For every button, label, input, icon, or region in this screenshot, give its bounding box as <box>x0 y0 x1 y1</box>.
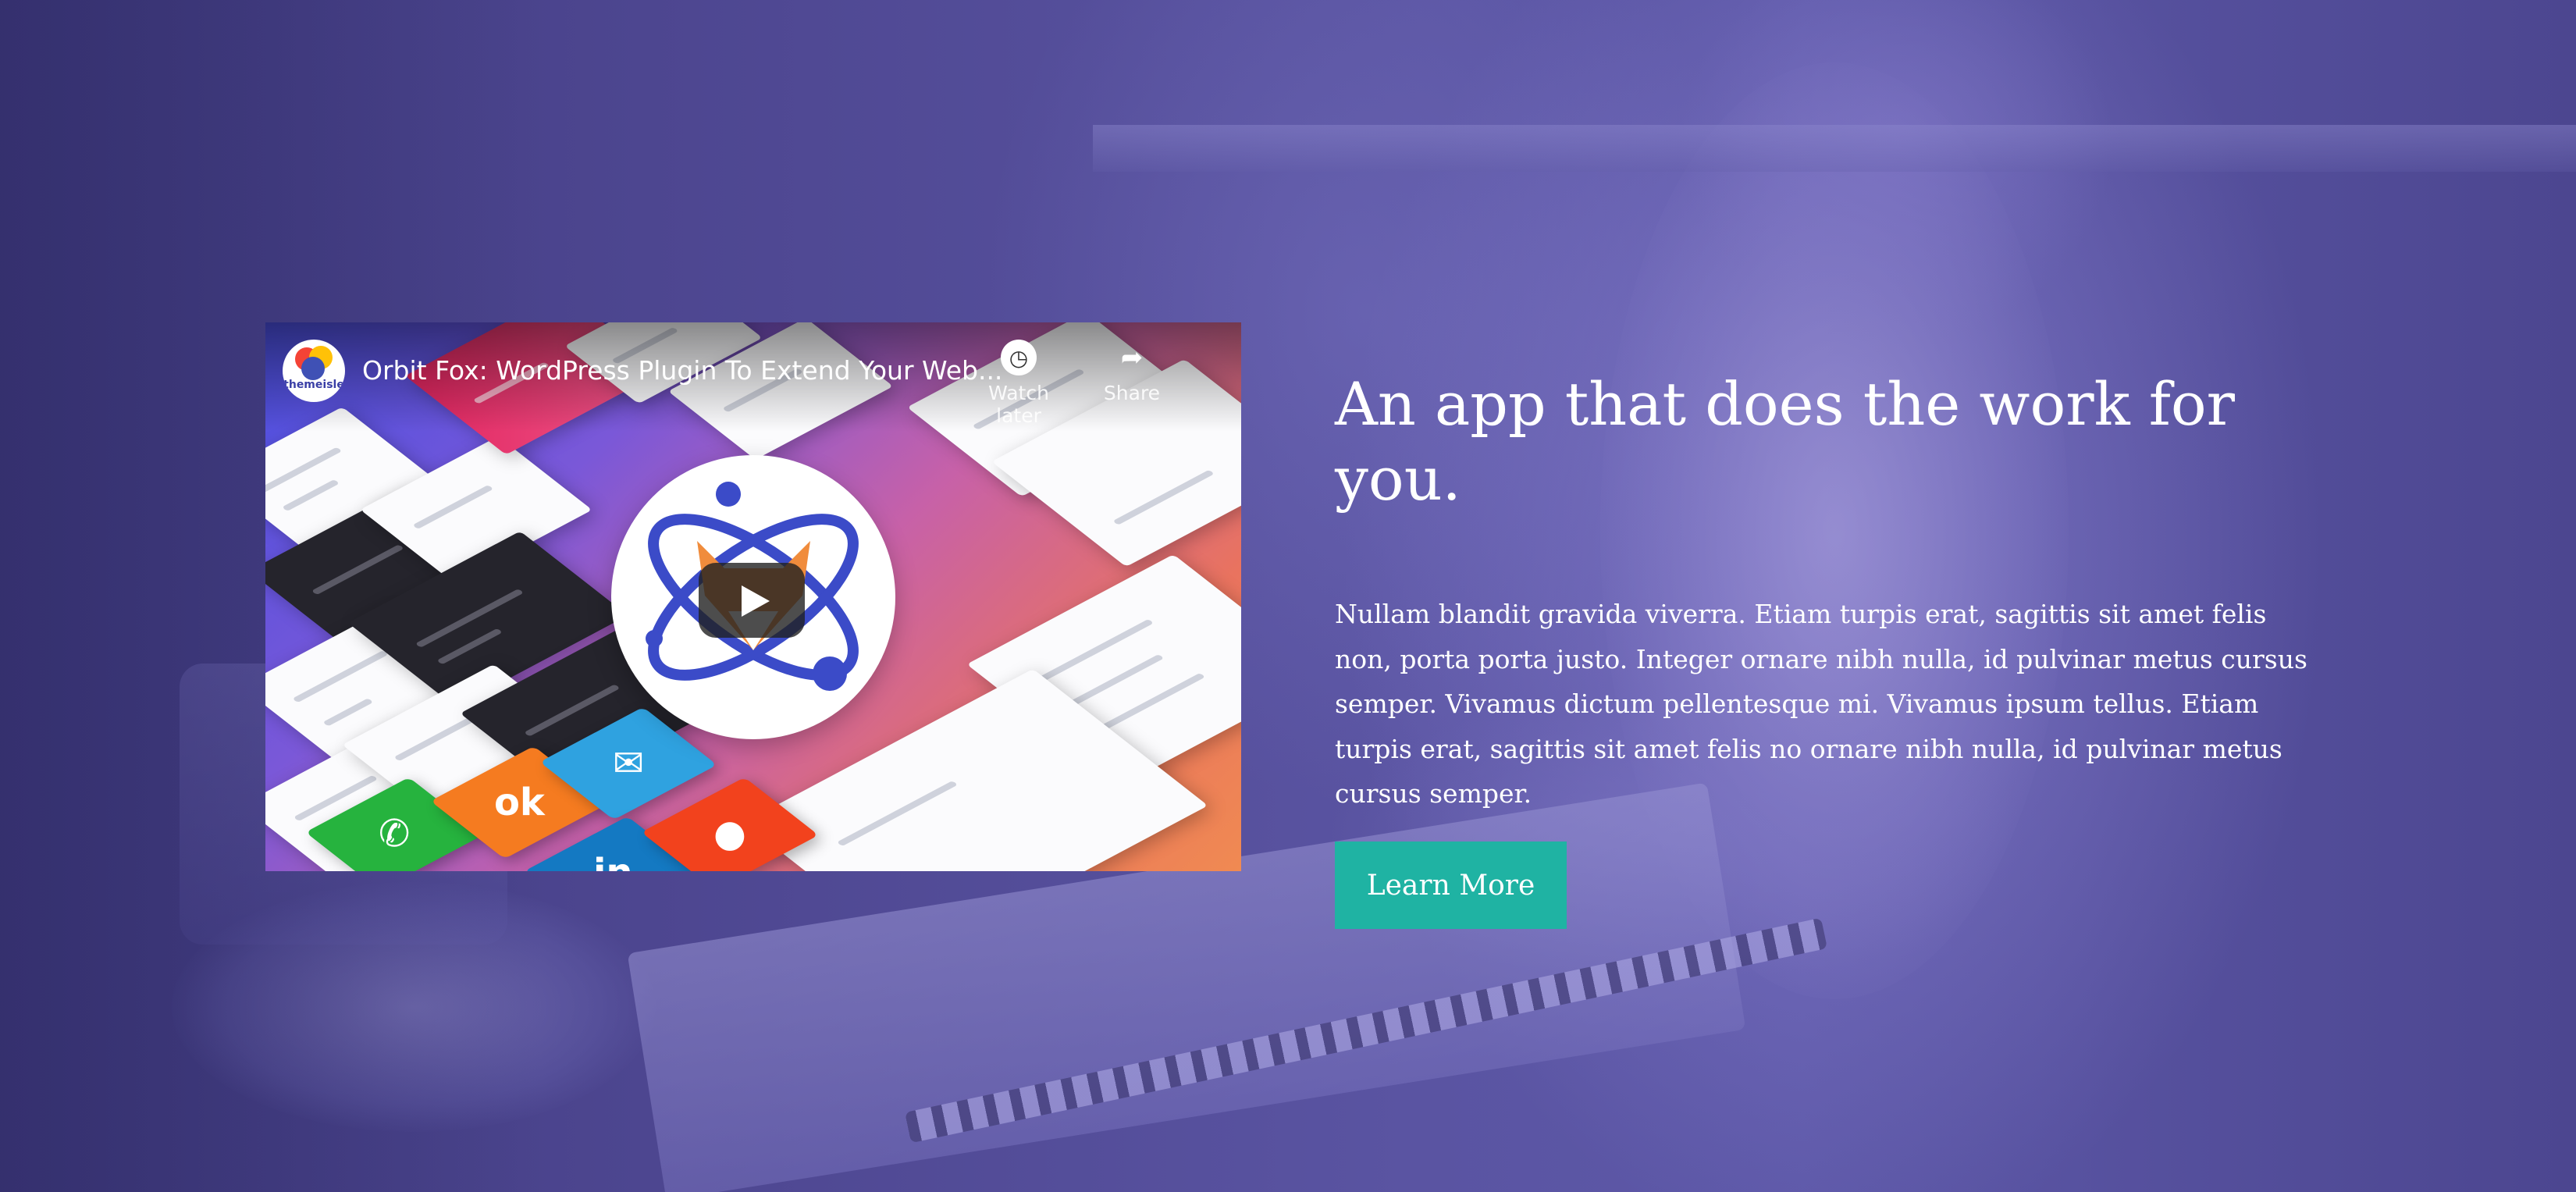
hero-body-text: Nullam blandit gravida viverra. Etiam tu… <box>1335 599 2307 809</box>
youtube-video-embed[interactable]: ✆ ok ✉ in ● themeisle Orbit Fox: WordPre… <box>265 322 1241 871</box>
share-arrow-icon: ➦ <box>1120 342 1144 373</box>
watch-later-button[interactable]: ◷ Watch later <box>964 340 1073 427</box>
channel-avatar[interactable]: themeisle <box>283 340 345 402</box>
play-button[interactable] <box>699 563 805 638</box>
hero-content: An app that does the work for you. Nulla… <box>1335 367 2326 929</box>
video-title[interactable]: Orbit Fox: WordPress Plugin To Extend Yo… <box>362 355 1002 386</box>
share-button[interactable]: ➦ Share <box>1077 340 1187 404</box>
learn-more-button[interactable]: Learn More <box>1335 841 1567 929</box>
hero-headline: An app that does the work for you. <box>1335 369 2235 514</box>
clock-icon: ◷ <box>1001 340 1037 375</box>
